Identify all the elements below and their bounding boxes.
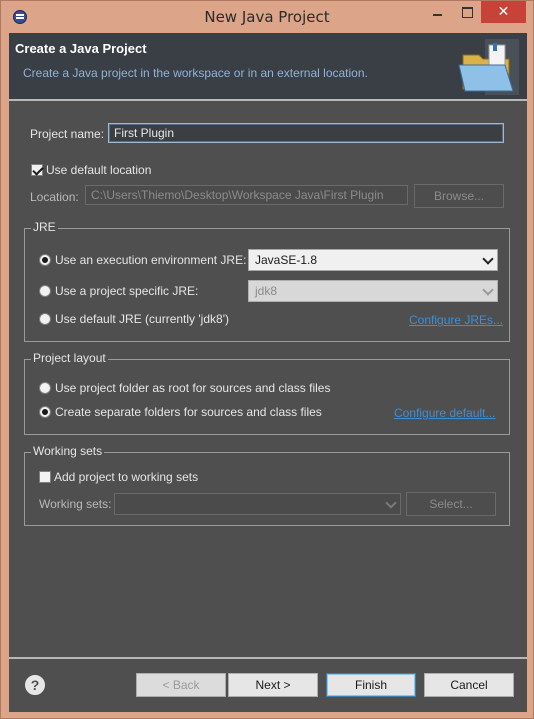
close-icon: ✕ bbox=[497, 3, 510, 19]
wizard-header: Create a Java Project Create a Java proj… bbox=[9, 33, 527, 99]
configure-default-link[interactable]: Configure default... bbox=[394, 406, 495, 420]
layout-project-root-label: Use project folder as root for sources a… bbox=[55, 381, 331, 395]
project-layout-group-title: Project layout bbox=[31, 351, 108, 365]
cancel-button[interactable]: Cancel bbox=[424, 673, 514, 697]
working-sets-group: Working sets Add project to working sets… bbox=[24, 444, 510, 526]
minimize-button[interactable] bbox=[421, 1, 453, 23]
back-button[interactable]: < Back bbox=[136, 673, 226, 697]
project-specific-jre-value: jdk8 bbox=[255, 284, 278, 298]
project-specific-jre-select[interactable]: jdk8 bbox=[248, 280, 498, 302]
jre-default-radio[interactable] bbox=[39, 313, 51, 325]
chevron-down-icon bbox=[385, 497, 397, 509]
jre-group: JRE Use an execution environment JRE: Ja… bbox=[24, 220, 510, 342]
jre-group-title: JRE bbox=[31, 220, 58, 234]
add-to-working-sets-checkbox[interactable] bbox=[39, 471, 51, 483]
help-icon[interactable]: ? bbox=[25, 675, 45, 695]
jre-project-specific-label: Use a project specific JRE: bbox=[55, 284, 199, 298]
project-layout-group: Project layout Use project folder as roo… bbox=[24, 351, 510, 435]
project-name-input[interactable]: First Plugin bbox=[108, 123, 504, 143]
chevron-down-icon bbox=[482, 253, 494, 265]
use-default-location-checkbox[interactable] bbox=[31, 164, 43, 176]
browse-button[interactable]: Browse... bbox=[414, 184, 504, 208]
jre-default-label: Use default JRE (currently 'jdk8') bbox=[55, 312, 229, 326]
working-sets-label: Working sets: bbox=[39, 497, 112, 511]
jre-execution-env-label: Use an execution environment JRE: bbox=[55, 253, 247, 267]
configure-jres-link[interactable]: Configure JREs... bbox=[409, 313, 503, 327]
location-label: Location: bbox=[30, 190, 79, 204]
wizard-title: Create a Java Project bbox=[15, 41, 147, 56]
finish-button[interactable]: Finish bbox=[326, 673, 416, 697]
use-default-location-label: Use default location bbox=[46, 163, 152, 177]
working-sets-select[interactable] bbox=[114, 493, 401, 515]
next-button[interactable]: Next > bbox=[228, 673, 318, 697]
layout-project-root-radio[interactable] bbox=[39, 382, 51, 394]
working-sets-group-title: Working sets bbox=[31, 444, 105, 458]
title-bar[interactable]: New Java Project ✕ bbox=[1, 1, 533, 33]
layout-separate-folders-radio[interactable] bbox=[39, 406, 51, 418]
jre-project-specific-radio[interactable] bbox=[39, 285, 51, 297]
open-folder-icon bbox=[458, 39, 519, 95]
location-input[interactable]: C:\Users\Thiemo\Desktop\Workspace Java\F… bbox=[85, 185, 408, 205]
wizard-description: Create a Java project in the workspace o… bbox=[23, 66, 368, 80]
project-name-label: Project name: bbox=[30, 127, 105, 141]
dialog-window: New Java Project ✕ Create a Java Project… bbox=[0, 0, 534, 719]
close-button[interactable]: ✕ bbox=[481, 1, 526, 23]
maximize-button[interactable] bbox=[453, 1, 481, 23]
chevron-down-icon bbox=[482, 284, 494, 296]
footer-separator bbox=[9, 657, 527, 659]
header-separator bbox=[9, 99, 527, 101]
execution-env-value: JavaSE-1.8 bbox=[255, 253, 318, 267]
add-to-working-sets-label: Add project to working sets bbox=[54, 470, 199, 484]
select-working-sets-button[interactable]: Select... bbox=[406, 492, 496, 516]
execution-env-select[interactable]: JavaSE-1.8 bbox=[248, 249, 498, 271]
dialog-body: Create a Java Project Create a Java proj… bbox=[9, 33, 527, 712]
layout-separate-folders-label: Create separate folders for sources and … bbox=[55, 405, 322, 419]
jre-execution-env-radio[interactable] bbox=[39, 254, 51, 266]
